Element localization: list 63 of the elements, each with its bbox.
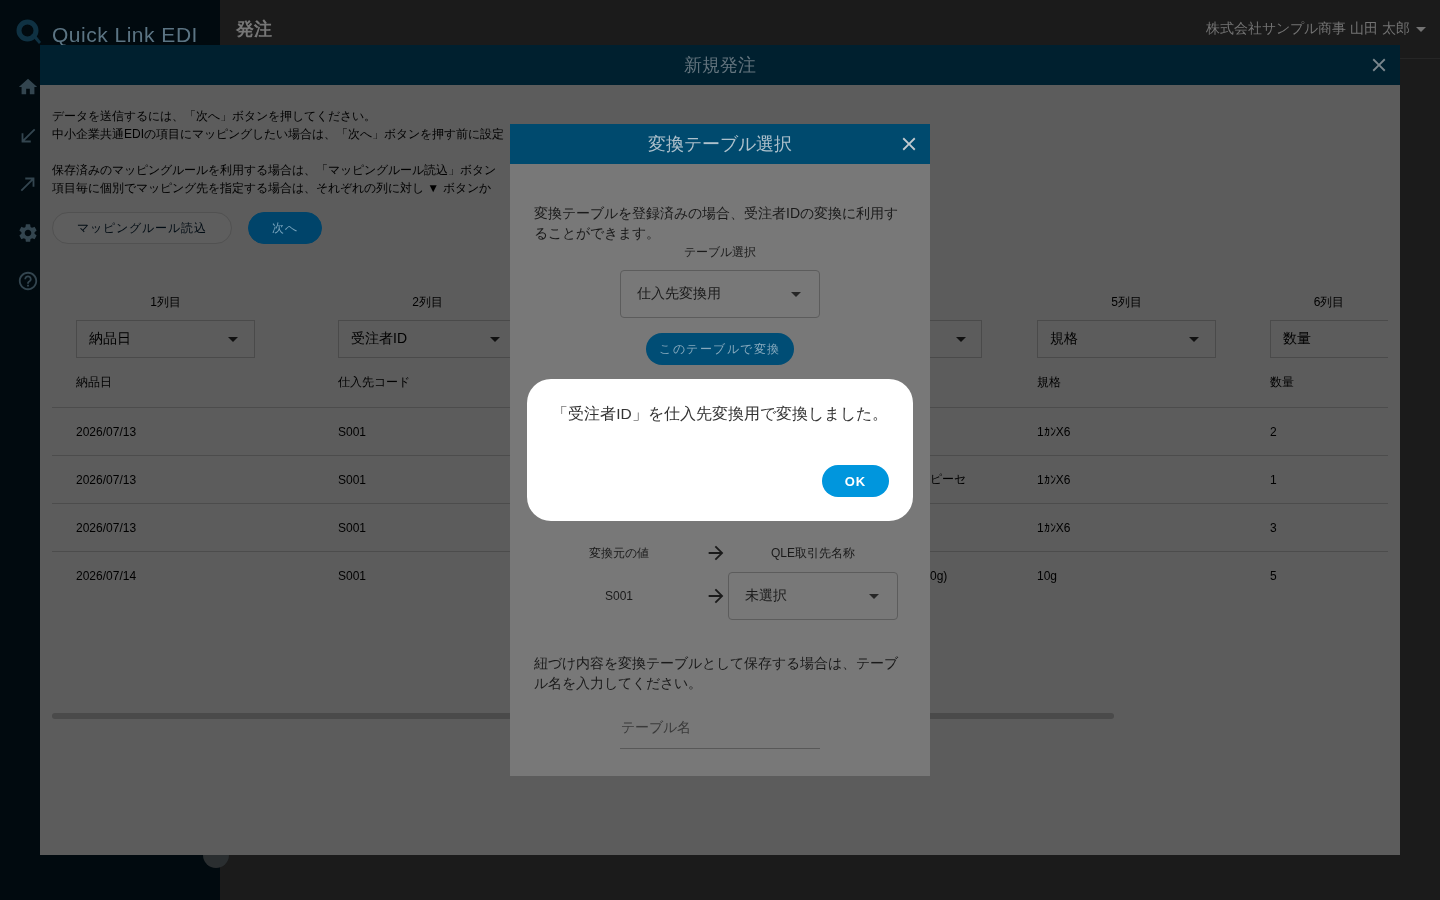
field-label: テーブル選択 — [684, 244, 756, 261]
settings-icon[interactable] — [17, 221, 39, 244]
help-icon[interactable] — [17, 270, 39, 292]
logo-icon — [16, 19, 41, 44]
column-heading: 納品日 — [76, 374, 112, 391]
column-number-label: 5列目 — [1111, 294, 1142, 311]
table-name-input[interactable]: テーブル名 — [620, 705, 820, 749]
table-value: 3 — [1270, 520, 1277, 535]
save-note-text: 紐づけ内容を変換テーブルとして保存する場合は、テーブル名を入力してください。 — [534, 654, 899, 693]
logo-text: Quick Link EDI — [52, 24, 198, 45]
table-value: 1ｶﾝX6 — [1037, 472, 1071, 487]
caret-icon — [869, 593, 879, 599]
next-button[interactable]: 次へ — [248, 212, 322, 244]
column-heading: 仕入先コード — [338, 374, 410, 391]
table-value: 2026/07/13 — [76, 520, 137, 535]
table-value: 2 — [1270, 424, 1277, 439]
caret-icon — [956, 336, 966, 342]
round-tab-icon[interactable] — [203, 855, 229, 868]
table-value: 1 — [1270, 472, 1277, 487]
table-value: S001 — [338, 520, 367, 535]
instruction-text: 中小企業共通EDIの項目にマッピングしたい場合は、「次へ」ボタンを押す前に設定 — [52, 126, 504, 143]
partner-select[interactable]: 未選択 — [728, 572, 898, 620]
user-menu[interactable]: 株式会社サンプル商事 山田 太郎 — [1206, 20, 1426, 38]
caret-icon — [490, 336, 500, 342]
column-heading: 規格 — [1037, 374, 1061, 391]
caret-icon — [791, 291, 801, 297]
caret-icon — [228, 336, 238, 342]
dialog-title: 新規発注 — [684, 54, 756, 77]
page-title: 発注 — [236, 18, 272, 41]
mapping-select[interactable]: 納品日 — [76, 320, 255, 358]
instruction-text: 保存済みのマッピングルールを利用する場合は、「マッピングルール読込」ボタン — [52, 162, 496, 179]
table-value: 0g) — [930, 568, 948, 583]
convert-button[interactable]: このテーブルで変換 — [646, 333, 794, 365]
column-heading: 数量 — [1270, 374, 1294, 391]
mapping-select[interactable]: 数量 — [1270, 320, 1388, 358]
table-value: 1ｶﾝX6 — [1037, 424, 1071, 439]
load-rules-button[interactable]: マッピングルール読込 — [52, 212, 232, 244]
column-number-label: 1列目 — [150, 294, 181, 311]
table-value: 5 — [1270, 568, 1277, 583]
table-select[interactable]: 仕入先変換用 — [620, 270, 820, 318]
table-value: 10g — [1037, 568, 1058, 583]
table-value: 2026/07/13 — [76, 472, 137, 487]
description-text: 変換テーブルを登録済みの場合、受注者IDの変換に利用することができます。 — [534, 204, 899, 243]
column-heading: 変換元の値 — [589, 545, 649, 562]
table-value: 2026/07/13 — [76, 424, 137, 439]
column-number-label: 6列目 — [1313, 294, 1345, 311]
instruction-text: データを送信するには、「次へ」ボタンを押してください。 — [52, 108, 376, 125]
ok-button[interactable]: OK — [822, 465, 889, 497]
table-value: 2026/07/14 — [76, 568, 137, 583]
dialog-title: 変換テーブル選択 — [648, 133, 792, 156]
table-value: S001 — [338, 568, 367, 583]
table-value: S001 — [338, 472, 367, 487]
alert-message: 「受注者ID」を仕入先変換用で変換しました。 — [552, 404, 888, 424]
caret-icon — [1189, 336, 1199, 342]
table-value: ピーセ — [930, 471, 966, 488]
table-value: S001 — [338, 424, 367, 439]
source-value: S001 — [605, 588, 633, 605]
table-value: 1ｶﾝX6 — [1037, 520, 1071, 535]
mapping-select[interactable]: 規格 — [1037, 320, 1216, 358]
column-heading: QLE取引先名称 — [771, 545, 855, 562]
column-number-label: 2列目 — [412, 294, 443, 311]
instruction-text: 項目毎に個別でマッピング先を指定する場合は、それぞれの列に対し ▼ ボタンか — [52, 180, 491, 197]
caret-icon — [1416, 26, 1426, 32]
